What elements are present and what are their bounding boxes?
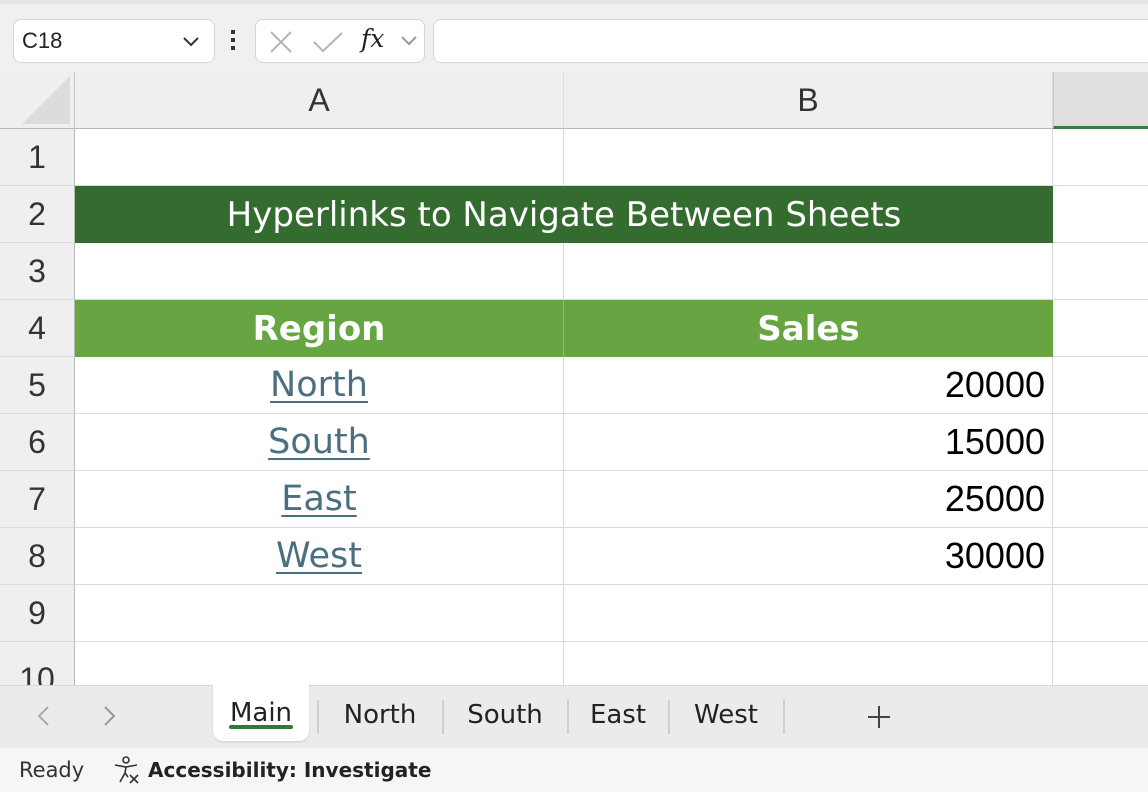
tab-divider: [442, 700, 444, 734]
cell-b3[interactable]: [564, 243, 1053, 300]
sales-value[interactable]: 15000: [564, 414, 1053, 471]
cell-c9[interactable]: [1053, 585, 1148, 642]
column-header-b[interactable]: B: [564, 72, 1053, 129]
chevron-down-icon[interactable]: [180, 30, 202, 52]
hyperlink-west[interactable]: West: [276, 536, 362, 576]
formula-input[interactable]: [433, 19, 1148, 63]
cell-b10[interactable]: [564, 642, 1053, 685]
row-header[interactable]: 2: [0, 186, 75, 243]
insert-function-icon[interactable]: fx: [361, 24, 384, 53]
cell-c1[interactable]: [1053, 129, 1148, 186]
status-ready: Ready: [19, 758, 85, 782]
formula-bar: C18 fx: [0, 0, 1148, 72]
enter-check-icon[interactable]: [312, 29, 344, 55]
sheet-tab-main[interactable]: Main: [213, 685, 309, 741]
table-row-region: North: [75, 357, 564, 414]
cell-b1[interactable]: [564, 129, 1053, 186]
row-header[interactable]: 10: [0, 642, 75, 685]
formula-controls: fx: [255, 19, 425, 63]
name-box-value: C18: [22, 28, 63, 53]
select-all-button[interactable]: [0, 72, 75, 129]
table-row-region: East: [75, 471, 564, 528]
accessibility-icon: [114, 756, 139, 784]
tab-divider: [567, 700, 569, 734]
hyperlink-south[interactable]: South: [268, 422, 370, 462]
column-header-a[interactable]: A: [75, 72, 564, 129]
header-sales[interactable]: Sales: [564, 300, 1053, 357]
cell-c4[interactable]: [1053, 300, 1148, 357]
sheet-tab-west[interactable]: West: [671, 686, 781, 743]
row-header[interactable]: 6: [0, 414, 75, 471]
sheet-tab-bar: Main North South East West: [0, 685, 1148, 748]
sheet-tab-north[interactable]: North: [320, 686, 440, 743]
sales-value[interactable]: 20000: [564, 357, 1053, 414]
sheet-title[interactable]: Hyperlinks to Navigate Between Sheets: [75, 186, 1053, 243]
cell-a1[interactable]: [75, 129, 564, 186]
name-box[interactable]: C18: [13, 19, 215, 63]
cell-c8[interactable]: [1053, 528, 1148, 585]
tab-divider: [783, 700, 785, 734]
cell-c10[interactable]: [1053, 642, 1148, 685]
row-header[interactable]: 8: [0, 528, 75, 585]
accessibility-label: Accessibility: Investigate: [148, 758, 432, 782]
row-header[interactable]: 4: [0, 300, 75, 357]
worksheet-grid: A B 1 2 3 4 5 6 7 8 9 10 Hyperlinks to N…: [0, 72, 1148, 685]
sales-value[interactable]: 25000: [564, 471, 1053, 528]
hyperlink-east[interactable]: East: [281, 479, 357, 519]
sheet-tab-east[interactable]: East: [570, 686, 666, 743]
cancel-x-icon[interactable]: [268, 29, 294, 55]
tab-divider: [668, 700, 670, 734]
header-region[interactable]: Region: [75, 300, 564, 357]
cell-c6[interactable]: [1053, 414, 1148, 471]
add-sheet-icon[interactable]: [862, 700, 896, 734]
table-row-region: West: [75, 528, 564, 585]
active-tab-indicator: [229, 725, 293, 729]
cell-a10[interactable]: [75, 642, 564, 685]
sales-value[interactable]: 30000: [564, 528, 1053, 585]
row-header[interactable]: 9: [0, 585, 75, 642]
hyperlink-north[interactable]: North: [270, 365, 368, 405]
sheet-tab-label: Main: [229, 698, 293, 728]
cell-c2[interactable]: [1053, 186, 1148, 243]
more-options-icon[interactable]: [229, 30, 237, 54]
row-header[interactable]: 7: [0, 471, 75, 528]
accessibility-status[interactable]: Accessibility: Investigate: [112, 755, 431, 785]
column-header-c[interactable]: [1053, 72, 1148, 129]
table-row-region: South: [75, 414, 564, 471]
row-header[interactable]: 1: [0, 129, 75, 186]
chevron-down-icon[interactable]: [399, 32, 419, 50]
tab-divider: [317, 700, 319, 734]
cell-a3[interactable]: [75, 243, 564, 300]
cell-c3[interactable]: [1053, 243, 1148, 300]
cell-c7[interactable]: [1053, 471, 1148, 528]
cell-a9[interactable]: [75, 585, 564, 642]
chevron-right-icon[interactable]: [95, 702, 123, 730]
row-header[interactable]: 3: [0, 243, 75, 300]
cell-c5[interactable]: [1053, 357, 1148, 414]
row-header[interactable]: 5: [0, 357, 75, 414]
status-bar: Ready Accessibility: Investigate: [0, 748, 1148, 792]
cell-b9[interactable]: [564, 585, 1053, 642]
chevron-left-icon[interactable]: [30, 702, 58, 730]
sheet-tab-south[interactable]: South: [445, 686, 565, 743]
